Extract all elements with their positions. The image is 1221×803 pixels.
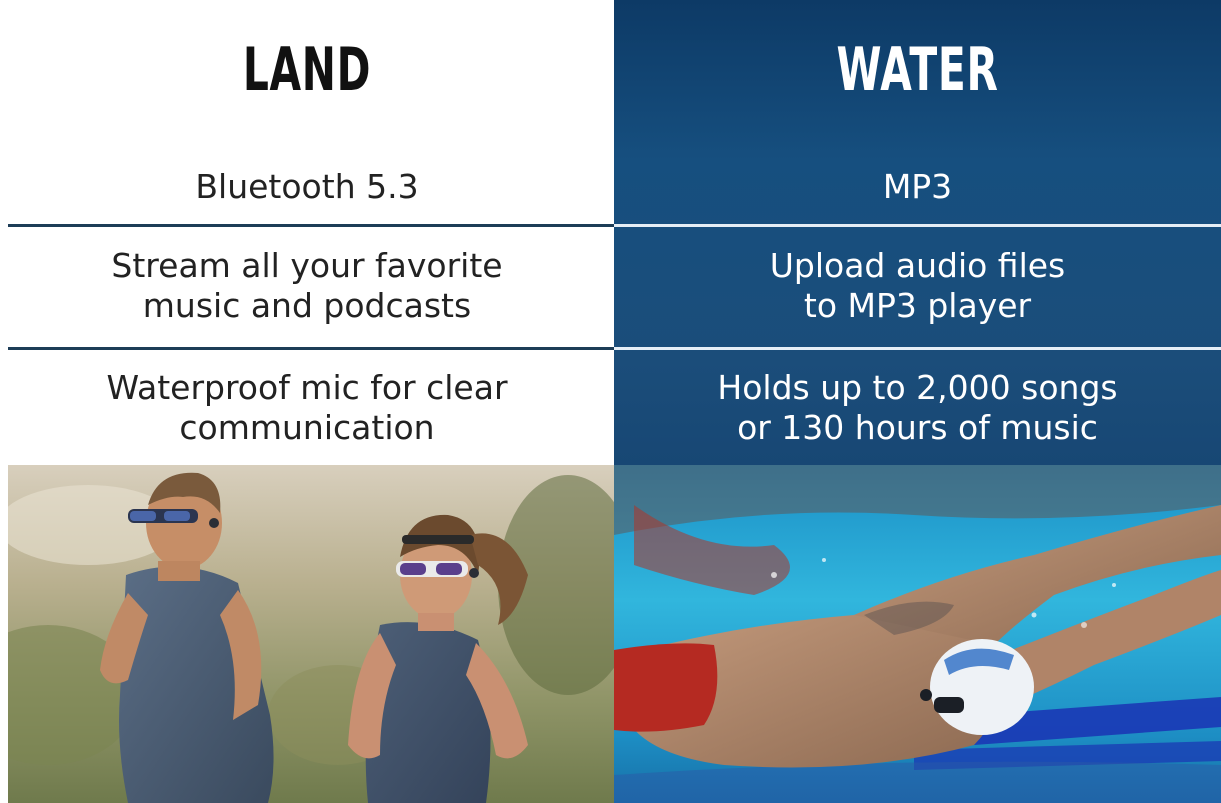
- water-feature-line: to MP3 player: [803, 286, 1032, 325]
- land-feature-line: Waterproof mic for clear: [106, 368, 508, 407]
- water-column: WATER MP3 Upload audio files to MP3 play…: [614, 0, 1221, 803]
- land-divider: [8, 347, 614, 350]
- water-feature-line: Upload audio files: [769, 246, 1066, 285]
- land-feature-bluetooth: Bluetooth 5.3: [0, 158, 614, 216]
- water-feature-mp3: MP3: [614, 158, 1221, 216]
- land-feature-line: Stream all your favorite: [111, 246, 503, 285]
- water-divider: [614, 347, 1221, 350]
- swimmer-photo-illustration: [614, 465, 1221, 803]
- land-feature-streaming: Stream all your favorite music and podca…: [0, 232, 614, 340]
- land-feature-line: communication: [179, 408, 435, 447]
- land-feature-line: Bluetooth 5.3: [195, 167, 419, 206]
- water-feature-line: or 130 hours of music: [737, 408, 1098, 447]
- land-divider: [8, 224, 614, 227]
- water-feature-line: MP3: [882, 167, 953, 206]
- water-feature-upload: Upload audio files to MP3 player: [614, 232, 1221, 340]
- land-heading: LAND: [242, 35, 372, 105]
- land-feature-mic: Waterproof mic for clear communication: [0, 356, 614, 460]
- water-feature-storage: Holds up to 2,000 songs or 130 hours of …: [614, 356, 1221, 460]
- water-divider: [614, 224, 1221, 227]
- water-feature-line: Holds up to 2,000 songs: [717, 368, 1118, 407]
- land-feature-line: music and podcasts: [142, 286, 472, 325]
- runners-photo: [8, 465, 614, 803]
- swimmer-photo: [614, 465, 1221, 803]
- water-heading: WATER: [836, 35, 999, 105]
- runners-photo-illustration: [8, 465, 614, 803]
- land-column: LAND Bluetooth 5.3 Stream all your favor…: [0, 0, 614, 803]
